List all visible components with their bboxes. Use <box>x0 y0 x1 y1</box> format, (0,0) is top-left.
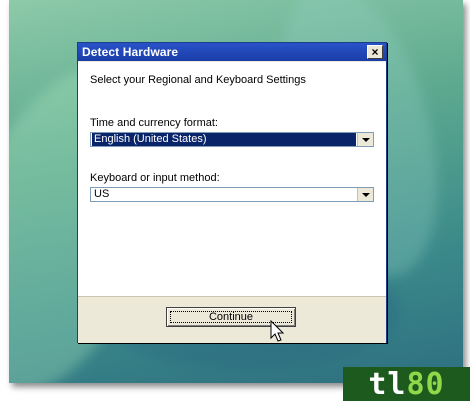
dialog-footer: Continue <box>78 296 386 343</box>
time-currency-dropdown[interactable]: English (United States) <box>90 132 374 147</box>
dialog-content: Select your Regional and Keyboard Settin… <box>78 62 386 296</box>
dropdown-arrow-icon[interactable] <box>357 133 373 146</box>
mouse-pointer-icon <box>270 320 285 342</box>
logo-watermark: tl 80 <box>343 366 470 402</box>
detect-hardware-dialog: Detect Hardware × Select your Regional a… <box>77 42 387 343</box>
close-button[interactable]: × <box>367 45 383 59</box>
logo-text-b: 80 <box>406 366 445 402</box>
keyboard-dropdown[interactable]: US <box>90 187 374 202</box>
keyboard-value: US <box>94 188 110 200</box>
dialog-title: Detect Hardware <box>82 45 179 59</box>
keyboard-label: Keyboard or input method: <box>90 172 220 184</box>
time-currency-value: English (United States) <box>92 133 356 146</box>
logo-text-a: tl <box>368 366 407 402</box>
dialog-heading: Select your Regional and Keyboard Settin… <box>90 74 306 86</box>
dropdown-arrow-icon[interactable] <box>357 188 373 201</box>
time-currency-label: Time and currency format: <box>90 117 218 129</box>
title-bar[interactable]: Detect Hardware × <box>78 43 386 61</box>
